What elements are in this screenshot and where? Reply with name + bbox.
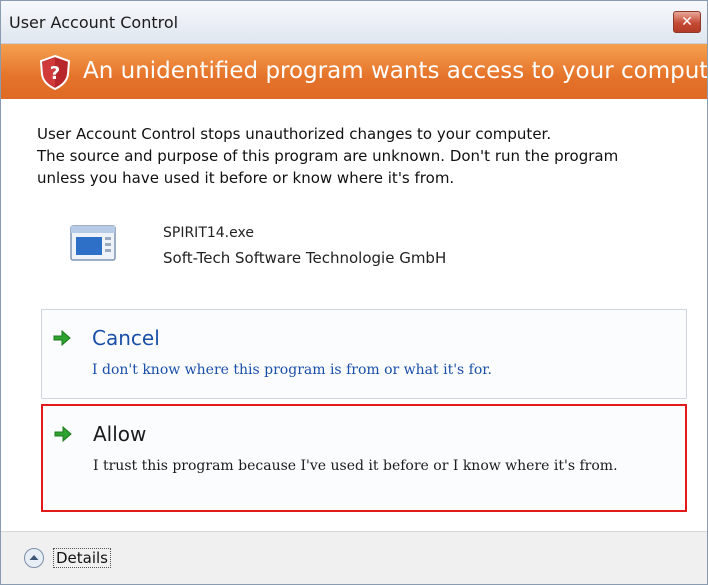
chevron-up-circle-icon [24,548,44,568]
message-line: unless you have used it before or know w… [37,169,455,187]
program-name: SPIRIT14.exe [163,225,254,241]
message-text: User Account Control stops unauthorized … [37,123,697,189]
close-icon: ✕ [681,14,693,30]
footer-bar: Details [1,531,707,584]
message-line: User Account Control stops unauthorized … [37,125,552,143]
warning-banner: ? An unidentified program wants access t… [1,44,707,99]
details-button[interactable]: Details [23,546,112,570]
program-window-icon [70,225,116,261]
green-arrow-icon [53,329,71,347]
svg-text:?: ? [50,63,60,84]
cancel-option[interactable]: Cancel I don't know where this program i… [41,309,687,399]
program-publisher: Soft-Tech Software Technologie GmbH [163,249,447,267]
window-title: User Account Control [9,13,179,32]
title-bar: User Account Control ✕ [1,1,707,44]
cancel-title: Cancel [92,326,160,350]
banner-heading: An unidentified program wants access to … [83,58,708,84]
close-button[interactable]: ✕ [673,11,701,33]
uac-dialog: User Account Control ✕ ? An unidentified… [0,0,708,585]
details-label: Details [53,548,112,568]
allow-option[interactable]: Allow I trust this program because I've … [41,404,687,512]
allow-title: Allow [93,422,147,446]
shield-question-icon: ? [39,54,71,90]
allow-description: I trust this program because I've used i… [93,458,618,474]
green-arrow-icon [54,425,72,443]
cancel-description: I don't know where this program is from … [92,362,492,378]
message-line: The source and purpose of this program a… [37,147,619,165]
